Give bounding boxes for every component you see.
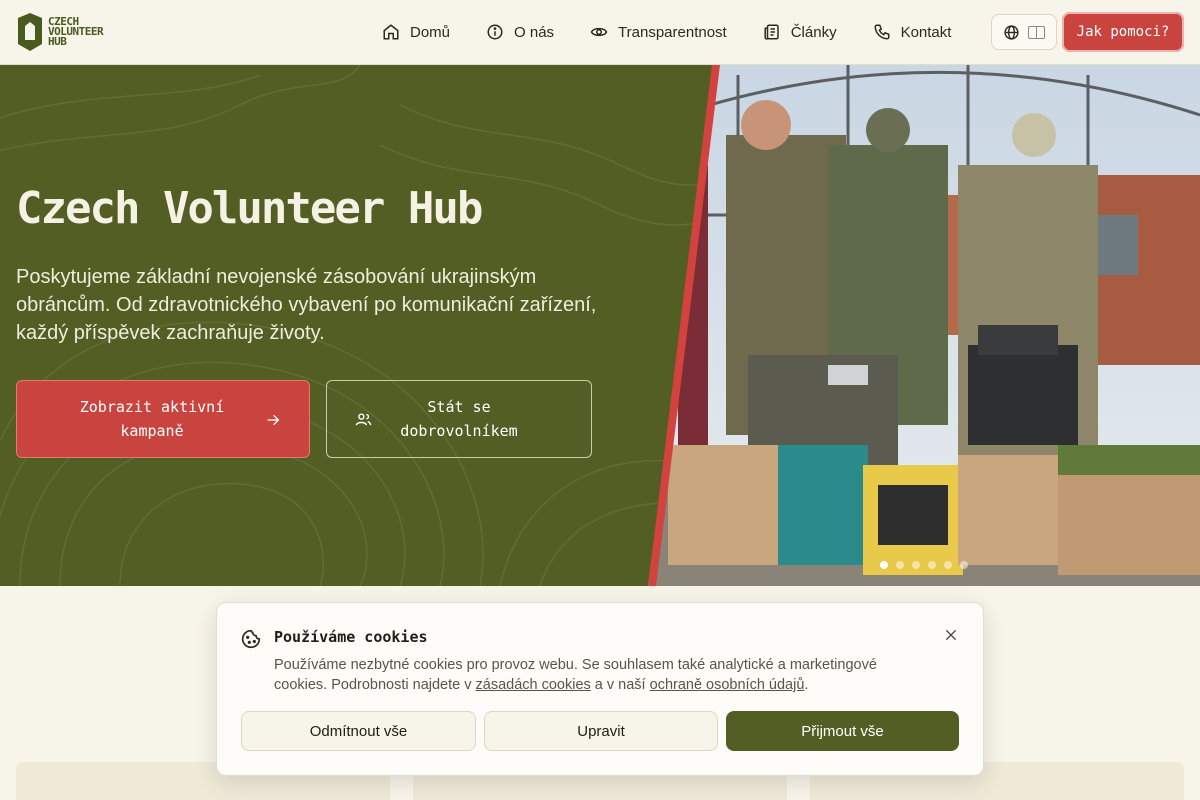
nav-label-about: O nás [514,23,555,41]
hero-subtitle: Poskytujeme základní nevojenské zásobová… [16,266,597,344]
how-to-help-button[interactable]: Jak pomoci? [1062,12,1184,52]
close-icon[interactable] [943,627,959,643]
logo[interactable]: CZECH VOLUNTEER HUB [16,12,104,52]
cookie-text-end: . [804,677,809,693]
carousel-dot[interactable] [960,561,968,569]
carousel-dot[interactable] [912,561,920,569]
hero-image [648,65,1200,586]
carousel-dot[interactable] [944,561,952,569]
language-switcher[interactable] [991,14,1057,50]
view-campaigns-button[interactable]: Zobrazit aktivní kampaně [16,380,310,458]
main-nav: Domů O nás Transparentnost Články Kontak… [382,0,987,64]
carousel-dot[interactable] [896,561,904,569]
nav-label-home: Domů [410,23,451,41]
users-icon [355,413,372,426]
nav-item-home[interactable]: Domů [382,23,450,41]
view-campaigns-label: Zobrazit aktivní kampaně [79,398,225,440]
nav-label-transparency: Transparentnost [618,23,727,41]
nav-item-contact[interactable]: Kontakt [873,23,952,41]
phone-icon [874,24,890,40]
hero-divider [648,65,720,586]
carousel-dots [880,561,968,569]
home-icon [383,24,399,40]
site-header: CZECH VOLUNTEER HUB Domů O nás Transpare… [0,0,1200,65]
reject-all-button[interactable]: Odmítnout vše [241,711,476,751]
info-icon [487,24,503,40]
accept-all-button[interactable]: Přijmout vše [726,711,959,751]
globe-icon [1004,24,1019,40]
nav-item-transparency[interactable]: Transparentnost [590,23,727,41]
nav-item-articles[interactable]: Články [763,23,837,41]
customize-button[interactable]: Upravit [484,711,718,751]
nav-item-about[interactable]: O nás [486,23,554,41]
hero-title: Czech Volunteer Hub [16,183,483,234]
logo-text: CZECH VOLUNTEER HUB [48,16,104,48]
hero-section: Czech Volunteer Hub Poskytujeme základní… [0,65,1200,586]
carousel-dot[interactable] [928,561,936,569]
eye-icon [590,27,608,37]
flag-icon [1028,25,1045,39]
cookie-text-middle: a v naší [590,677,650,693]
logo-line-3: HUB [48,35,67,48]
nav-label-contact: Kontakt [900,23,952,41]
cookie-text: Používáme nezbytné cookies pro provoz we… [274,655,924,695]
cookie-title: Používáme cookies [274,628,428,646]
articles-icon [764,24,779,40]
arrow-right-icon [267,414,280,426]
shield-logo-icon [18,13,42,51]
carousel-dot[interactable] [880,561,888,569]
cookie-policy-link[interactable]: zásadách cookies [476,677,591,693]
nav-label-articles: Články [790,23,837,41]
privacy-policy-link[interactable]: ochraně osobních údajů [650,677,805,693]
become-volunteer-button[interactable]: Stát se dobrovolníkem [326,380,592,458]
cookie-banner: Používáme cookies Používáme nezbytné coo… [216,602,984,776]
cookie-icon [241,629,261,649]
